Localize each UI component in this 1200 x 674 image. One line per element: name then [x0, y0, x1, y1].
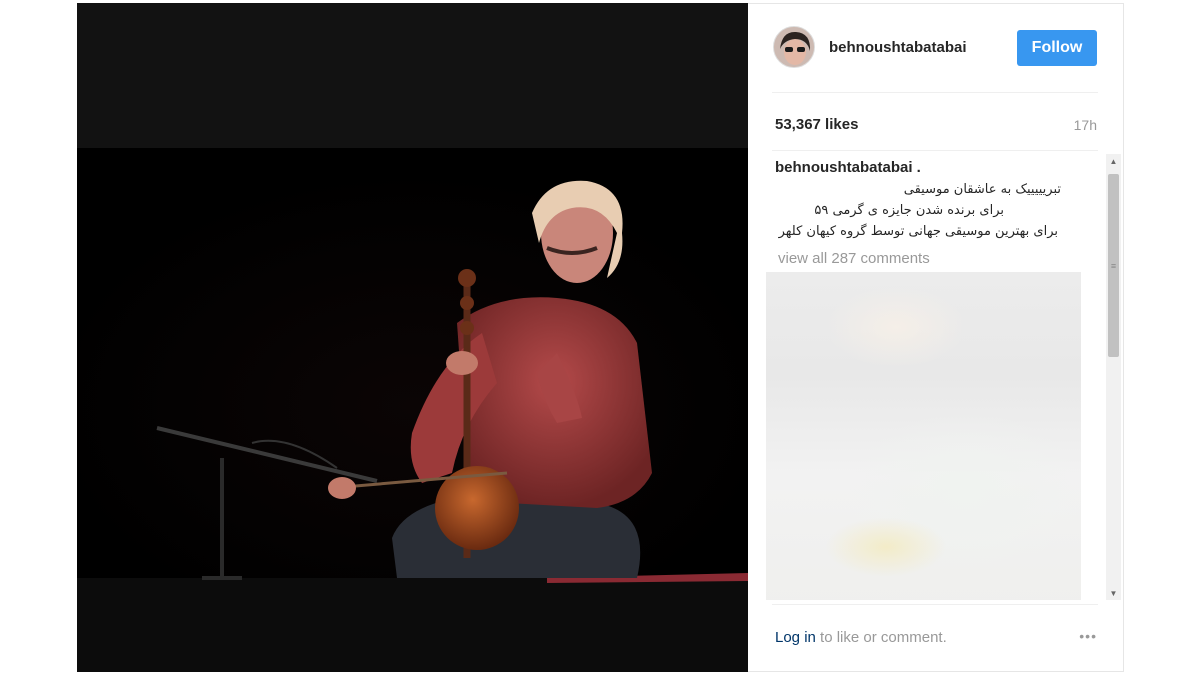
- header-divider: [772, 92, 1098, 93]
- post-time[interactable]: 17h: [1074, 117, 1097, 133]
- more-options-icon[interactable]: •••: [1079, 628, 1097, 644]
- scroll-up-icon[interactable]: ▲: [1106, 154, 1121, 168]
- avatar-image: [774, 27, 814, 67]
- comments-section[interactable]: behnoushtabatabai . تبریییییک به عاشقان …: [766, 154, 1106, 600]
- follow-button[interactable]: Follow: [1017, 30, 1097, 66]
- login-prompt: Log in to like or comment.: [775, 629, 947, 646]
- view-all-comments-link[interactable]: view all 287 comments: [778, 250, 930, 267]
- caption-line-3: برای بهترین موسیقی جهانی توسط گروه کیهان…: [778, 224, 1058, 239]
- post-header: behnoushtabatabai Follow: [748, 4, 1123, 92]
- scroll-thumb[interactable]: ≡: [1108, 174, 1119, 357]
- blurred-comments: [766, 272, 1081, 600]
- comments-scrollbar[interactable]: ▲ ≡ ▼: [1106, 154, 1121, 600]
- caption-username[interactable]: behnoushtabatabai .: [775, 159, 921, 176]
- caption-line-2: برای برنده شدن جایزه ی گرمی ۵۹: [814, 203, 1004, 218]
- avatar[interactable]: [773, 26, 815, 68]
- login-link[interactable]: Log in: [775, 629, 816, 646]
- likes-divider: [772, 150, 1098, 151]
- caption-line-1: تبریییییک به عاشقان موسیقی: [903, 182, 1061, 197]
- post-username[interactable]: behnoushtabatabai: [829, 39, 967, 56]
- likes-count[interactable]: 53,367 likes: [775, 116, 858, 133]
- scroll-down-icon[interactable]: ▼: [1106, 586, 1121, 600]
- post-sidebar: behnoushtabatabai Follow 53,367 likes 17…: [748, 3, 1124, 672]
- post-photo[interactable]: [77, 3, 748, 672]
- musician-photo: [77, 3, 748, 672]
- login-suffix: to like or comment.: [815, 629, 947, 646]
- footer-divider: [772, 604, 1098, 605]
